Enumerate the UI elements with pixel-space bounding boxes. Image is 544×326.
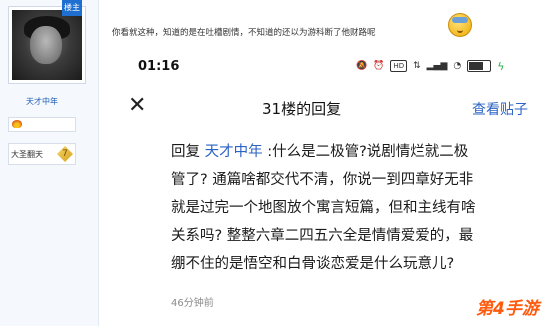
wifi-icon: ◔	[453, 61, 462, 71]
phone-screenshot: 01:16 🔕 ⏰ HD ⇅ ▂▄▆ ◔ ϟ ✕ 31楼的回复 查看贴子 回复 …	[112, 48, 544, 326]
avatar-image	[12, 10, 82, 80]
reply-mention-link[interactable]: 天才中年	[205, 144, 263, 160]
reply-timestamp: 46分钟前	[171, 298, 214, 309]
user-title-box: 大圣翻天 7	[8, 143, 76, 165]
view-post-link[interactable]: 查看贴子	[472, 99, 528, 119]
reply-line-3: 就是过完一个地图放个寓言短篇，但和主线有啥	[171, 200, 476, 216]
charging-icon: ϟ	[497, 59, 505, 73]
reply-line1-text: :什么是二极管?说剧情烂就二极	[262, 144, 469, 160]
status-icons: 🔕 ⏰ HD ⇅ ▂▄▆ ◔ ϟ	[356, 58, 505, 74]
original-poster-badge: 楼主	[62, 0, 82, 16]
emoji-mouth	[457, 28, 463, 33]
avatar[interactable]	[8, 6, 86, 84]
alarm-icon: ⏰	[373, 61, 385, 71]
hd-icon: HD	[390, 60, 408, 72]
reply-line-1: 回复 天才中年 :什么是二极管?说剧情烂就二极	[171, 138, 531, 166]
reply-page-title: 31楼的回复	[262, 100, 342, 118]
close-icon[interactable]: ✕	[128, 95, 148, 117]
avatar-face	[30, 26, 62, 64]
reply-prefix: 回复	[171, 144, 205, 160]
user-name[interactable]: 天才中年	[0, 96, 84, 107]
data-arrows-icon: ⇅	[413, 61, 421, 71]
post-text: 你看就这种，知道的是在吐槽剧情，不知道的还以为游科断了他财路呢	[112, 28, 376, 38]
user-title: 大圣翻天	[11, 150, 43, 159]
flame-icon	[12, 120, 22, 128]
battery-icon	[467, 60, 492, 72]
emoji-headband	[452, 17, 468, 23]
reply-line-5: 绷不住的是悟空和白骨谈恋爱是什么玩意儿?	[171, 256, 455, 272]
site-watermark: 第4手游	[476, 299, 539, 319]
mute-icon: 🔕	[356, 61, 368, 71]
status-time: 01:16	[138, 59, 180, 74]
battery-fill	[469, 62, 484, 70]
user-level-box	[8, 117, 76, 132]
sweat-emoji-icon	[448, 13, 472, 37]
level-badge-icon: 7	[57, 146, 73, 162]
user-info-panel: 楼主 天才中年 大圣翻天 7	[0, 0, 99, 326]
reply-content: 回复 天才中年 :什么是二极管?说剧情烂就二极 管了? 通篇啥都交代不清，你说一…	[171, 138, 531, 278]
reply-line-2: 管了? 通篇啥都交代不清，你说一到四章好无非	[171, 172, 474, 188]
signal-icon: ▂▄▆	[426, 61, 448, 71]
reply-line-4: 关系吗? 整整六章二四五六全是情情爱爱的，最	[171, 228, 474, 244]
